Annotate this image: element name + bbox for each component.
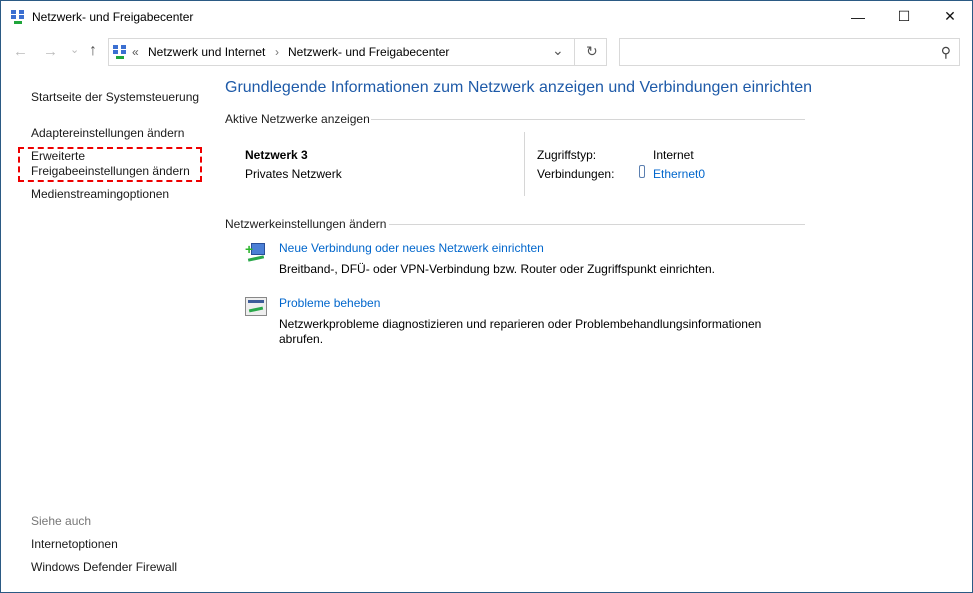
ethernet-icon	[639, 165, 645, 178]
troubleshoot-desc: Netzwerkprobleme diagnostizieren und rep…	[279, 317, 762, 331]
overflow-chevron[interactable]: «	[132, 45, 139, 59]
network-name: Netzwerk 3	[245, 148, 308, 162]
breadcrumb-separator[interactable]: ›	[275, 45, 279, 59]
network-type[interactable]: Privates Netzwerk	[245, 167, 342, 181]
forward-button[interactable]: →	[43, 43, 58, 60]
new-connection-link[interactable]: Neue Verbindung oder neues Netzwerk einr…	[279, 241, 544, 255]
maximize-button[interactable]: ☐	[881, 1, 927, 32]
see-also-heading: Siehe auch	[31, 514, 92, 528]
sidebar-item-adapter[interactable]: Adaptereinstellungen ändern	[31, 126, 184, 140]
network-center-icon	[11, 10, 25, 24]
search-input[interactable]: ⚲	[619, 38, 960, 66]
up-button[interactable]: ↑	[89, 42, 97, 60]
breadcrumb-netzwerk-internet[interactable]: Netzwerk und Internet	[148, 45, 265, 59]
refresh-button[interactable]: ↻	[586, 43, 598, 60]
recent-locations-button[interactable]: ⌄	[70, 43, 79, 56]
back-button[interactable]: ←	[13, 43, 28, 60]
sidebar-item-erweiterte-line2[interactable]: Freigabeeinstellungen ändern	[31, 164, 190, 178]
network-icon	[113, 45, 127, 59]
active-networks-heading: Aktive Netzwerke anzeigen	[225, 112, 370, 126]
sidebar-item-medienstreaming[interactable]: Medienstreamingoptionen	[31, 187, 169, 201]
new-connection-desc: Breitband-, DFÜ- oder VPN-Verbindung bzw…	[279, 262, 715, 276]
window: Netzwerk- und Freigabecenter — ☐ ✕ ← → ⌄…	[0, 0, 973, 593]
sidebar-item-erweiterte-line1[interactable]: Erweiterte	[31, 149, 85, 163]
page-title: Grundlegende Informationen zum Netzwerk …	[225, 79, 813, 96]
window-title: Netzwerk- und Freigabecenter	[32, 10, 194, 24]
access-type-label: Zugriffstyp:	[537, 148, 597, 162]
ethernet-link[interactable]: Ethernet0	[653, 167, 705, 181]
address-dropdown-button[interactable]: ⌄	[552, 42, 564, 59]
search-icon: ⚲	[940, 44, 951, 60]
new-connection-icon: +	[245, 241, 267, 263]
change-settings-heading: Netzwerkeinstellungen ändern	[225, 217, 387, 231]
link-internetoptionen[interactable]: Internetoptionen	[31, 537, 118, 551]
troubleshoot-desc-cont: abrufen.	[279, 332, 324, 346]
troubleshoot-icon	[245, 297, 267, 316]
troubleshoot-link[interactable]: Probleme beheben	[279, 296, 380, 310]
close-button[interactable]: ✕	[927, 1, 973, 32]
breadcrumb-freigabecenter[interactable]: Netzwerk- und Freigabecenter	[288, 45, 449, 59]
link-firewall[interactable]: Windows Defender Firewall	[31, 560, 177, 574]
connections-label: Verbindungen:	[537, 167, 615, 181]
address-bar[interactable]: « Netzwerk und Internet › Netzwerk- und …	[108, 38, 607, 66]
access-type-value: Internet	[653, 148, 694, 162]
sidebar-item-startseite[interactable]: Startseite der Systemsteuerung	[31, 90, 199, 104]
minimize-button[interactable]: —	[835, 1, 881, 32]
